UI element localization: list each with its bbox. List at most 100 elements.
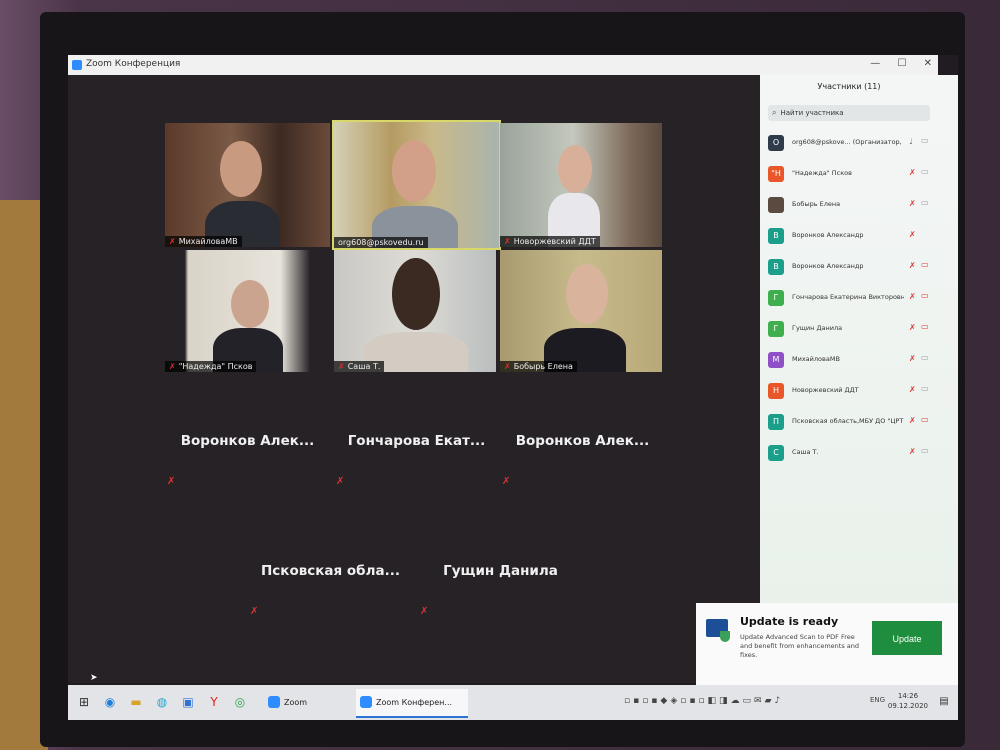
avatar: В	[768, 259, 784, 275]
participant-row[interactable]: Oorg608@pskove... (Организатор, я) ♩ ▭	[768, 130, 933, 161]
camera-off-icon: ▭	[921, 322, 929, 331]
clock-date: 09.12.2020	[887, 702, 928, 710]
camera-off-icon: ▭	[921, 291, 929, 300]
window-title: Zoom Конференция	[86, 59, 181, 69]
participant-tile[interactable]: Воронков Алек... ✗	[500, 385, 665, 495]
participant-name: org608@pskove... (Организатор, я)	[792, 138, 904, 146]
participant-name: Гущин Данила	[443, 563, 558, 579]
participants-panel: Участники (11) ⌕ Найти участника Oorg608@…	[760, 75, 958, 630]
taskbar-app-zoom-meeting[interactable]: Zoom Конферен...	[356, 689, 468, 718]
video-tile[interactable]: ✗ Саша Т.	[334, 250, 496, 372]
person-head	[566, 264, 608, 324]
mouse-cursor-icon: ➤	[90, 673, 98, 683]
participant-tile[interactable]: Гончарова Екат... ✗	[334, 385, 499, 495]
person-head	[392, 140, 436, 202]
yandex-browser-icon[interactable]: Y	[206, 694, 222, 710]
taskbar-clock[interactable]: 14:26 09.12.2020	[888, 691, 928, 711]
participant-row[interactable]: М МихайловаМВ ✗ ▭	[768, 347, 933, 378]
participant-name: Саша Т.	[792, 448, 819, 456]
notification-title: Update is ready	[740, 615, 839, 628]
panel-title: Участники (11)	[817, 82, 881, 91]
taskbar-app-zoom[interactable]: Zoom	[264, 689, 366, 716]
video-tile[interactable]: ✗ "Надежда" Псков	[165, 250, 330, 372]
participant-name: Воронков Александр	[792, 262, 864, 270]
camera-icon: ▭	[921, 136, 929, 145]
avatar	[768, 197, 784, 213]
participant-row[interactable]: В Воронков Александр ✗	[768, 223, 933, 254]
participant-tile[interactable]: Воронков Алек... ✗	[165, 385, 330, 495]
participant-name: МихайловаМВ	[792, 355, 840, 363]
mic-muted-icon: ✗	[909, 199, 916, 208]
video-tile[interactable]: ✗ Новоржевский ДДТ	[500, 123, 662, 247]
mic-muted-icon: ✗	[420, 606, 429, 617]
gallery-view: ✗ МихайловаМВ org608@pskovedu.ru ✗ Новорже…	[68, 75, 760, 683]
participant-name: Воронков Александр	[792, 231, 864, 239]
file-explorer-icon[interactable]: ▬	[128, 694, 144, 710]
window-titlebar: Zoom Конференция — ☐ ✕	[68, 55, 938, 75]
participant-nametag: ✗ Саша Т.	[334, 361, 385, 372]
participant-nametag: ✗ Бобырь Елена	[500, 361, 577, 372]
camera-icon: ▭	[921, 353, 929, 362]
participant-name: Воронков Алек...	[180, 433, 315, 449]
camera-icon: ▭	[921, 446, 929, 455]
maximize-icon[interactable]: ☐	[897, 58, 906, 69]
system-tray-icons[interactable]: ▫▪▫▪◆◈▫▪▫◧◨☁▭✉▰♪	[624, 696, 783, 706]
participant-nametag: ✗ МихайловаМВ	[165, 236, 242, 247]
avatar: П	[768, 414, 784, 430]
participant-tile[interactable]: Псковская обла... ✗	[248, 515, 413, 625]
participant-name: Гущин Данила	[792, 324, 843, 332]
video-tile[interactable]: org608@pskovedu.ru	[332, 120, 501, 250]
participant-row[interactable]: П Псковская область,МБУ ДО "ЦРТ... ✗ ▭	[768, 409, 933, 440]
participant-row[interactable]: В Воронков Александр ✗ ▭	[768, 254, 933, 285]
mic-muted-icon: ✗	[909, 416, 916, 425]
minimize-icon[interactable]: —	[870, 58, 880, 69]
mic-muted-icon: ✗	[909, 230, 916, 239]
avatar: O	[768, 135, 784, 151]
mic-muted-icon: ✗	[504, 362, 511, 371]
participant-tile[interactable]: Гущин Данила ✗	[418, 515, 583, 625]
participant-row[interactable]: Г Гущин Данила ✗ ▭	[768, 316, 933, 347]
participant-nametag: ✗ Новоржевский ДДТ	[500, 236, 600, 247]
mic-icon: ♩	[909, 137, 913, 146]
participant-row[interactable]: Н Новоржевский ДДТ ✗ ▭	[768, 378, 933, 409]
mic-muted-icon: ✗	[909, 323, 916, 332]
shield-icon	[720, 631, 730, 642]
person-head	[558, 145, 592, 193]
participant-row[interactable]: "Н "Надежда" Псков ✗ ▭	[768, 161, 933, 192]
avatar: Г	[768, 321, 784, 337]
edge-icon[interactable]: ◉	[102, 694, 118, 710]
participant-row[interactable]: Г Гончарова Екатерина Викторовн... ✗ ▭	[768, 285, 933, 316]
participant-list: Oorg608@pskove... (Организатор, я) ♩ ▭ "Н "Н…	[768, 130, 933, 471]
mic-muted-icon: ✗	[909, 385, 916, 394]
person-head	[231, 280, 269, 328]
mic-muted-icon: ✗	[169, 237, 176, 246]
zoom-app-icon	[360, 696, 372, 708]
camera-icon: ▭	[921, 384, 929, 393]
avatar: М	[768, 352, 784, 368]
participant-name: "Надежда" Псков	[792, 169, 852, 177]
edge-legacy-icon[interactable]: ◍	[154, 694, 170, 710]
mic-muted-icon: ✗	[909, 261, 916, 270]
video-tile[interactable]: ✗ Бобырь Елена	[500, 250, 662, 372]
windows-start-icon[interactable]: ⊞	[76, 694, 92, 710]
clock-time: 14:26	[897, 692, 919, 700]
camera-icon: ▭	[921, 167, 929, 176]
chrome-icon[interactable]: ◎	[232, 694, 248, 710]
participant-search-input[interactable]: ⌕ Найти участника	[768, 105, 930, 121]
participant-name: Бобырь Елена	[792, 200, 841, 208]
language-indicator[interactable]: ENG	[870, 696, 885, 704]
camera-off-icon: ▭	[921, 260, 929, 269]
update-button[interactable]: Update	[872, 621, 942, 655]
notifications-icon[interactable]: ▤	[936, 694, 952, 710]
avatar: Г	[768, 290, 784, 306]
video-tile[interactable]: ✗ МихайловаМВ	[165, 123, 330, 247]
close-icon[interactable]: ✕	[924, 58, 932, 69]
mic-muted-icon: ✗	[336, 476, 345, 487]
mic-muted-icon: ✗	[502, 476, 511, 487]
participant-row[interactable]: С Саша Т. ✗ ▭	[768, 440, 933, 471]
photos-icon[interactable]: ▣	[180, 694, 196, 710]
participant-name: Гончарова Екатерина Викторовн...	[792, 293, 904, 301]
window-controls: — ☐ ✕	[856, 58, 932, 69]
participant-row[interactable]: Бобырь Елена ✗ ▭	[768, 192, 933, 223]
mic-muted-icon: ✗	[909, 292, 916, 301]
